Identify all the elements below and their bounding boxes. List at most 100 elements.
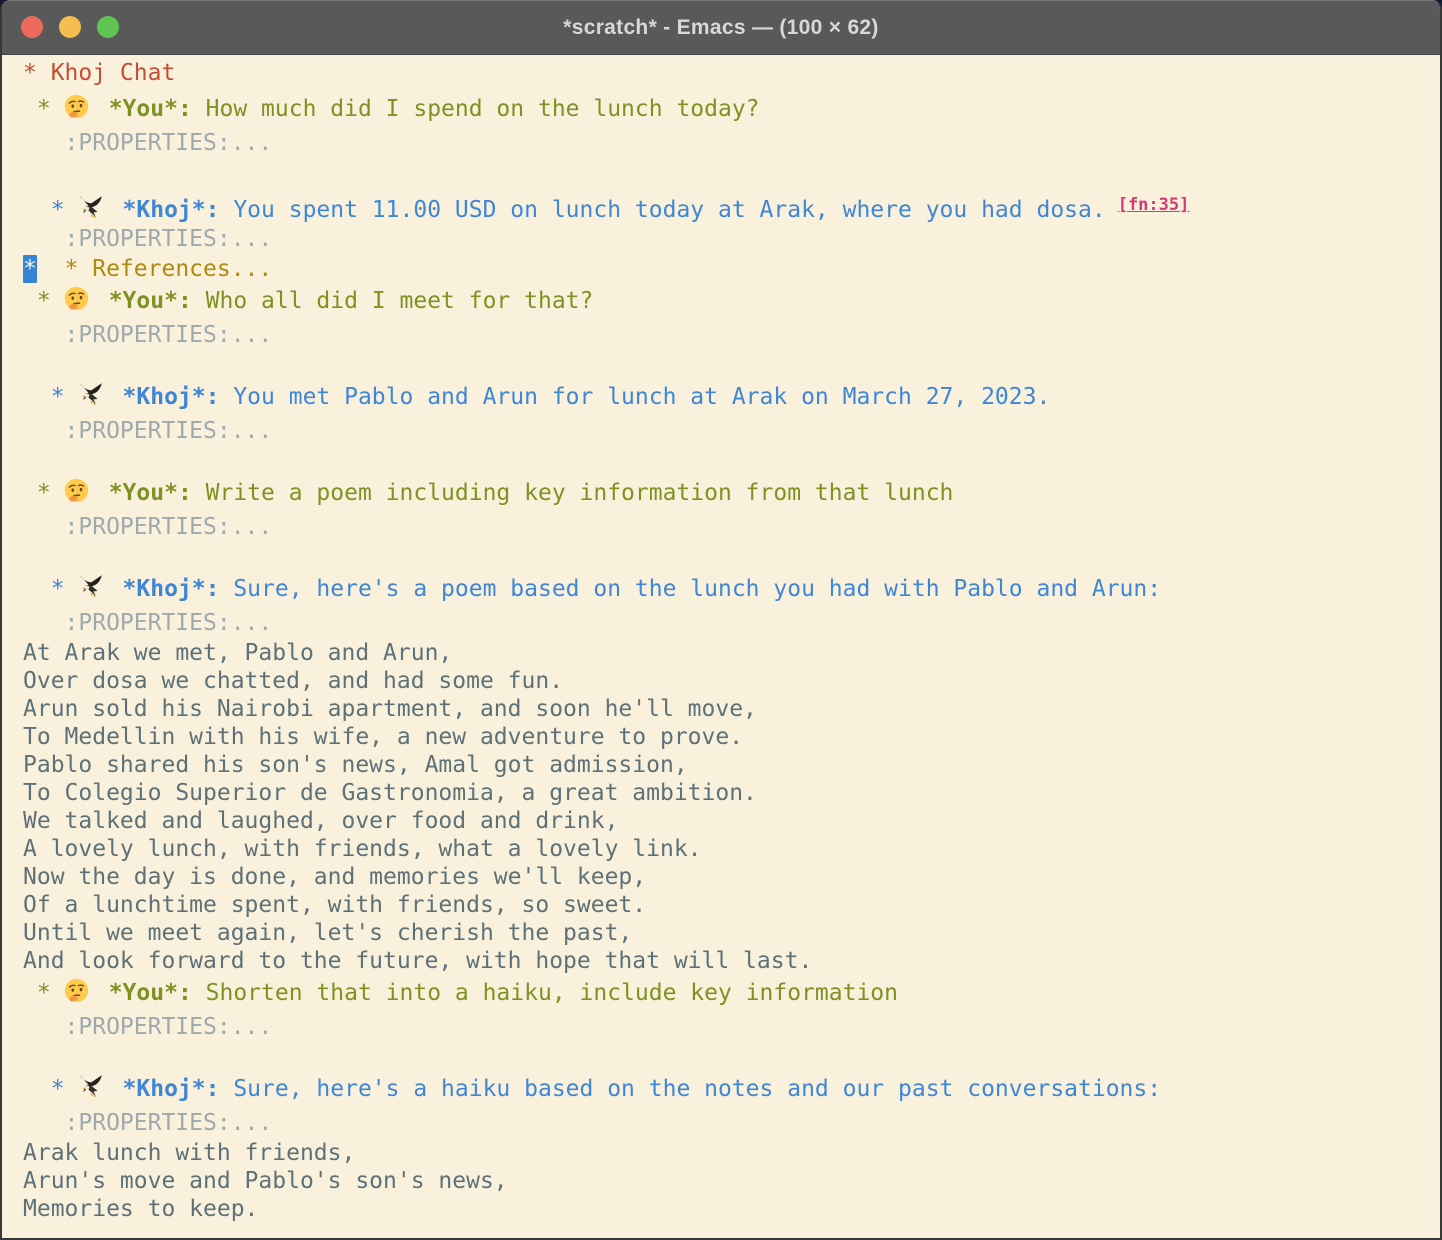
window-title: *scratch* - Emacs — (100 × 62): [563, 16, 878, 40]
text-line: Memories to keep.: [23, 1196, 258, 1222]
message-body-line: Until we meet again, let's cherish the p…: [23, 919, 1440, 947]
speaker-label: *You*:: [109, 288, 192, 314]
heading-star: *: [37, 480, 51, 506]
thinking-face-icon: [63, 977, 90, 1004]
message-text: Sure, here's a poem based on the lunch y…: [219, 576, 1161, 602]
drawer-label: :PROPERTIES:...: [65, 418, 273, 444]
speaker-label: *You*:: [109, 480, 192, 506]
eagle-icon: [77, 381, 104, 408]
properties-drawer[interactable]: :PROPERTIES:...: [23, 607, 1440, 639]
message-body-line: Over dosa we chatted, and had some fun.: [23, 667, 1440, 695]
drawer-label: :PROPERTIES:...: [65, 130, 273, 156]
heading-star: *: [51, 384, 65, 410]
text-line: Until we meet again, let's cherish the p…: [23, 920, 632, 946]
text-line: At Arak we met, Pablo and Arun,: [23, 640, 452, 666]
user-message-heading[interactable]: * *You*: Shorten that into a haiku, inclu…: [23, 975, 1440, 1011]
user-message-heading[interactable]: * *You*: Write a poem including key infor…: [23, 475, 1440, 511]
user-message-heading[interactable]: **You*: Who all did I meet for that?: [23, 283, 1440, 319]
drawer-label: :PROPERTIES:...: [65, 1110, 273, 1136]
khoj-message-heading[interactable]: * *Khoj*: You met Pablo and Arun for lunc…: [23, 379, 1440, 415]
cursor: *: [23, 255, 37, 283]
message-body-line: At Arak we met, Pablo and Arun,: [23, 639, 1440, 667]
message-text: You spent 11.00 USD on lunch today at Ar…: [219, 197, 1105, 223]
thinking-face-icon: [63, 93, 90, 120]
message-body-line: Arak lunch with friends,: [23, 1139, 1440, 1167]
message-body-line: To Medellin with his wife, a new adventu…: [23, 723, 1440, 751]
text-line: Arun sold his Nairobi apartment, and soo…: [23, 696, 757, 722]
blank-line: [23, 159, 1440, 187]
text-line: Pablo shared his son's news, Amal got ad…: [23, 752, 688, 778]
message-text: Who all did I meet for that?: [192, 288, 594, 314]
references-label[interactable]: * References...: [65, 256, 273, 282]
speaker-label: *Khoj*:: [123, 384, 220, 410]
properties-drawer[interactable]: :PROPERTIES:...: [23, 319, 1440, 351]
speaker-label: *You*:: [109, 980, 192, 1006]
text-line: Over dosa we chatted, and had some fun.: [23, 668, 563, 694]
footnote-link[interactable]: [fn:35]: [1118, 195, 1190, 215]
message-text: You met Pablo and Arun for lunch at Arak…: [219, 384, 1050, 410]
message-body-line: Arun's move and Pablo's son's news,: [23, 1167, 1440, 1195]
message-body-line: Memories to keep.: [23, 1195, 1440, 1223]
thinking-face-icon: [63, 477, 90, 504]
message-text: How much did I spend on the lunch today?: [192, 96, 760, 122]
khoj-message-heading[interactable]: **Khoj*: You spent 11.00 USD on lunch to…: [23, 187, 1440, 223]
properties-drawer[interactable]: :PROPERTIES:...: [23, 1011, 1440, 1043]
references-heading[interactable]: * * References...: [23, 255, 1440, 283]
speaker-label: *Khoj*:: [123, 576, 220, 602]
blank-line: [23, 351, 1440, 379]
close-button[interactable]: [21, 16, 43, 38]
drawer-label: :PROPERTIES:...: [65, 1014, 273, 1040]
message-text: Shorten that into a haiku, include key i…: [192, 980, 898, 1006]
speaker-label: *Khoj*:: [123, 1076, 220, 1102]
message-body-line: And look forward to the future, with hop…: [23, 947, 1440, 975]
text-line: Now the day is done, and memories we'll …: [23, 864, 646, 890]
message-text: Write a poem including key information f…: [192, 480, 954, 506]
speaker-label: *You*:: [109, 96, 192, 122]
thinking-face-icon: [63, 285, 90, 312]
text-line: To Colegio Superior de Gastronomia, a gr…: [23, 780, 757, 806]
message-body-line: Arun sold his Nairobi apartment, and soo…: [23, 695, 1440, 723]
text-line: We talked and laughed, over food and dri…: [23, 808, 618, 834]
text-line: Arak lunch with friends,: [23, 1140, 355, 1166]
drawer-label: :PROPERTIES:...: [65, 322, 273, 348]
blank-line: [23, 447, 1440, 475]
heading-star: *: [51, 576, 65, 602]
message-body-line: A lovely lunch, with friends, what a lov…: [23, 835, 1440, 863]
user-message-heading[interactable]: * *You*: How much did I spend on the lunc…: [23, 91, 1440, 127]
minimize-button[interactable]: [59, 16, 81, 38]
blank-line: [23, 543, 1440, 571]
eagle-icon: [77, 194, 104, 221]
heading-star: *: [37, 980, 51, 1006]
drawer-label: * Khoj Chat: [23, 60, 175, 86]
text-line: A lovely lunch, with friends, what a lov…: [23, 836, 702, 862]
zoom-button[interactable]: [97, 16, 119, 38]
properties-drawer[interactable]: :PROPERTIES:...: [23, 223, 1440, 255]
heading-star: *: [51, 1076, 65, 1102]
message-body-line: Of a lunchtime spent, with friends, so s…: [23, 891, 1440, 919]
text-line: Arun's move and Pablo's son's news,: [23, 1168, 508, 1194]
heading-star: *: [51, 197, 65, 223]
editor-buffer[interactable]: * Khoj Chat * *You*: How much did I spend …: [2, 55, 1440, 1240]
properties-drawer[interactable]: :PROPERTIES:...: [23, 127, 1440, 159]
text-line: And look forward to the future, with hop…: [23, 948, 812, 974]
drawer-label: :PROPERTIES:...: [65, 610, 273, 636]
emacs-window: *scratch* - Emacs — (100 × 62) * Khoj Ch…: [0, 0, 1442, 1240]
khoj-message-heading[interactable]: * *Khoj*: Sure, here's a poem based on th…: [23, 571, 1440, 607]
khoj-message-heading[interactable]: * *Khoj*: Sure, here's a haiku based on t…: [23, 1071, 1440, 1107]
drawer-label: :PROPERTIES:...: [65, 226, 273, 252]
blank-line: [23, 1043, 1440, 1071]
message-body-line: Now the day is done, and memories we'll …: [23, 863, 1440, 891]
message-body-line: To Colegio Superior de Gastronomia, a gr…: [23, 779, 1440, 807]
drawer-label: :PROPERTIES:...: [65, 514, 273, 540]
text-line: To Medellin with his wife, a new adventu…: [23, 724, 743, 750]
eagle-icon: [77, 1073, 104, 1100]
message-text: Sure, here's a haiku based on the notes …: [219, 1076, 1161, 1102]
properties-drawer[interactable]: :PROPERTIES:...: [23, 415, 1440, 447]
traffic-lights: [21, 16, 119, 38]
heading-star: *: [37, 96, 51, 122]
titlebar[interactable]: *scratch* - Emacs — (100 × 62): [2, 0, 1440, 55]
message-body-line: We talked and laughed, over food and dri…: [23, 807, 1440, 835]
properties-drawer[interactable]: :PROPERTIES:...: [23, 1107, 1440, 1139]
properties-drawer[interactable]: :PROPERTIES:...: [23, 511, 1440, 543]
org-heading-1[interactable]: * Khoj Chat: [23, 55, 1440, 91]
